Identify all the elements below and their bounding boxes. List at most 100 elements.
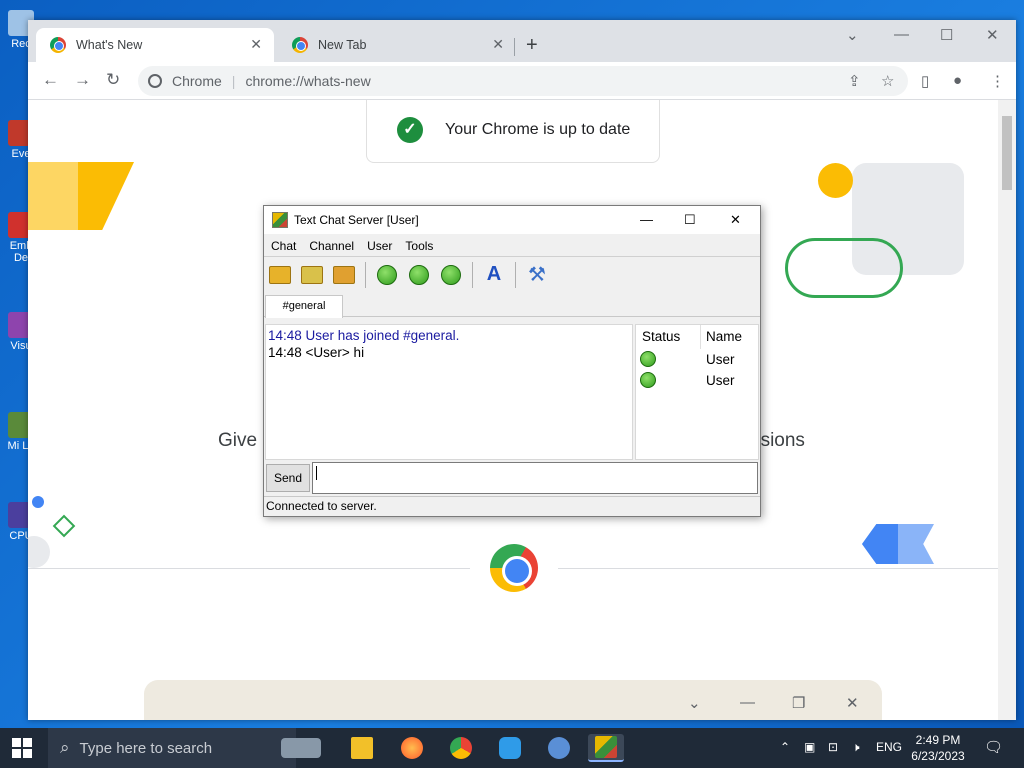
close-window-icon[interactable]: ✕ (986, 26, 999, 44)
taskbar-clock[interactable]: 2:49 PM 6/23/2023 (906, 732, 970, 764)
vpn-shield-icon[interactable] (492, 734, 528, 762)
bottom-panel: ⌄ — ❐ ✕ (144, 680, 882, 720)
menu-channel[interactable]: Channel (309, 239, 354, 253)
close-icon[interactable]: ✕ (730, 212, 741, 228)
tab-strip: What's New ✕ New Tab ✕ + ⌄ — ☐ ✕ (28, 20, 1016, 62)
close-tab-icon[interactable]: ✕ (250, 36, 262, 53)
new-tab-button[interactable]: + (526, 34, 538, 57)
site-info-icon[interactable] (148, 74, 162, 88)
omnibox-separator: | (231, 73, 236, 89)
settings-tools-icon[interactable]: ⚒ (524, 262, 550, 288)
decoration-shape (785, 238, 903, 298)
minimize-icon[interactable]: — (894, 26, 909, 43)
chat-menubar: Chat Channel User Tools (264, 236, 760, 256)
text-chat-window: Text Chat Server [User] — ☐ ✕ Chat Chann… (263, 205, 761, 517)
text-caret (316, 466, 317, 480)
firefox-icon[interactable] (394, 734, 430, 762)
toolbar-separator (365, 261, 366, 288)
search-placeholder: Type here to search (79, 739, 213, 757)
tab-whats-new[interactable]: What's New ✕ (36, 28, 274, 62)
cortana-icon[interactable] (276, 734, 326, 762)
menu-icon[interactable]: ⋮ (990, 72, 1005, 90)
maximize-icon[interactable]: ☐ (684, 212, 696, 228)
tab-label: What's New (76, 38, 143, 52)
decoration-shape (28, 162, 78, 230)
user-list[interactable]: Status Name User User (635, 324, 759, 460)
profile-icon[interactable]: ● (953, 72, 962, 89)
channel-tabs: #general (264, 293, 760, 318)
maximize-icon[interactable]: ☐ (940, 26, 953, 44)
font-icon[interactable]: A (481, 262, 507, 288)
message-log[interactable]: 14:48 User has joined #general. 14:48 <U… (265, 324, 633, 460)
text-chat-taskbar-icon[interactable] (588, 734, 624, 762)
decoration-shape (28, 536, 50, 568)
decoration-shape (52, 514, 76, 538)
user-name: User (706, 352, 735, 367)
tab-new-tab[interactable]: New Tab ✕ (278, 28, 516, 62)
page-heading-fragment: Give (218, 430, 258, 451)
tab-search-icon[interactable]: ⌄ (846, 26, 859, 44)
message-input[interactable] (312, 462, 758, 494)
menu-user[interactable]: User (367, 239, 392, 253)
chat-titlebar[interactable]: Text Chat Server [User] — ☐ ✕ (264, 206, 760, 234)
message-line: 14:48 <User> hi (268, 345, 365, 360)
browser-toolbar: ← → ↻ Chrome | chrome://whats-new ⇪ ☆ ▯ … (28, 62, 1016, 100)
user-info-icon[interactable] (374, 262, 400, 288)
bookmark-star-icon[interactable]: ☆ (881, 72, 894, 90)
tab-general[interactable]: #general (265, 295, 343, 318)
online-smiley-icon (640, 372, 656, 388)
side-panel-icon[interactable]: ▯ (921, 72, 929, 90)
file-explorer-icon[interactable] (344, 734, 380, 762)
security-tray-icon[interactable]: ▣ (804, 740, 815, 754)
user-name: User (706, 373, 735, 388)
chat-app-icon (272, 212, 288, 228)
qbittorrent-icon[interactable] (541, 734, 577, 762)
status-column-header[interactable]: Status (642, 329, 680, 349)
user-row[interactable]: User (636, 372, 758, 392)
message-line: 14:48 User has joined #general. (268, 328, 460, 343)
send-button[interactable]: Send (266, 464, 310, 492)
whois-icon[interactable] (406, 262, 432, 288)
minimize-icon[interactable]: — (640, 212, 653, 227)
join-channel-icon[interactable] (267, 262, 293, 288)
minimize-icon[interactable]: — (740, 694, 755, 711)
back-icon[interactable]: ← (42, 70, 59, 90)
reload-icon[interactable]: ↻ (106, 70, 120, 90)
share-icon[interactable]: ⇪ (848, 72, 861, 90)
tray-overflow-icon[interactable]: ⌃ (780, 740, 790, 754)
update-status-card: ✓ Your Chrome is up to date (366, 100, 660, 163)
network-icon[interactable]: ⊡ (828, 740, 838, 754)
volume-muted-icon[interactable]: 🕨 (852, 740, 860, 755)
close-icon[interactable]: ✕ (846, 694, 859, 712)
windows-start-icon[interactable] (12, 738, 32, 758)
leave-channel-icon[interactable] (331, 262, 357, 288)
taskbar-search[interactable]: ⌕ Type here to search (48, 728, 296, 768)
chrome-favicon-icon (50, 37, 66, 53)
chevron-down-icon[interactable]: ⌄ (688, 694, 701, 712)
forward-icon[interactable]: → (74, 70, 91, 90)
page-scrollbar[interactable] (998, 100, 1016, 720)
status-bar: Connected to server. (264, 496, 760, 516)
chrome-favicon-icon (292, 37, 308, 53)
taskbar: ⌕ Type here to search ⌃ ▣ ⊡ 🕨 ENG 2:49 P… (0, 728, 1024, 768)
tab-label: New Tab (318, 38, 367, 52)
address-bar[interactable]: Chrome | chrome://whats-new (138, 66, 908, 96)
menu-chat[interactable]: Chat (271, 239, 296, 253)
channel-list-icon[interactable] (299, 262, 325, 288)
user-row[interactable]: User (636, 351, 758, 371)
menu-tools[interactable]: Tools (405, 239, 433, 253)
private-message-icon[interactable] (438, 262, 464, 288)
restore-icon[interactable]: ❐ (792, 694, 805, 712)
scrollbar-thumb[interactable] (1002, 116, 1012, 190)
close-tab-icon[interactable]: ✕ (492, 36, 504, 53)
name-column-header[interactable]: Name (706, 329, 742, 349)
check-icon: ✓ (397, 117, 423, 143)
chrome-icon[interactable] (443, 734, 479, 762)
decoration-shape (32, 496, 44, 508)
clock-date: 6/23/2023 (911, 749, 965, 763)
tab-separator (514, 38, 515, 56)
notifications-icon[interactable]: 🗨 (984, 738, 1003, 756)
update-status-text: Your Chrome is up to date (445, 121, 631, 138)
column-separator (700, 325, 701, 349)
language-indicator[interactable]: ENG (876, 740, 902, 754)
